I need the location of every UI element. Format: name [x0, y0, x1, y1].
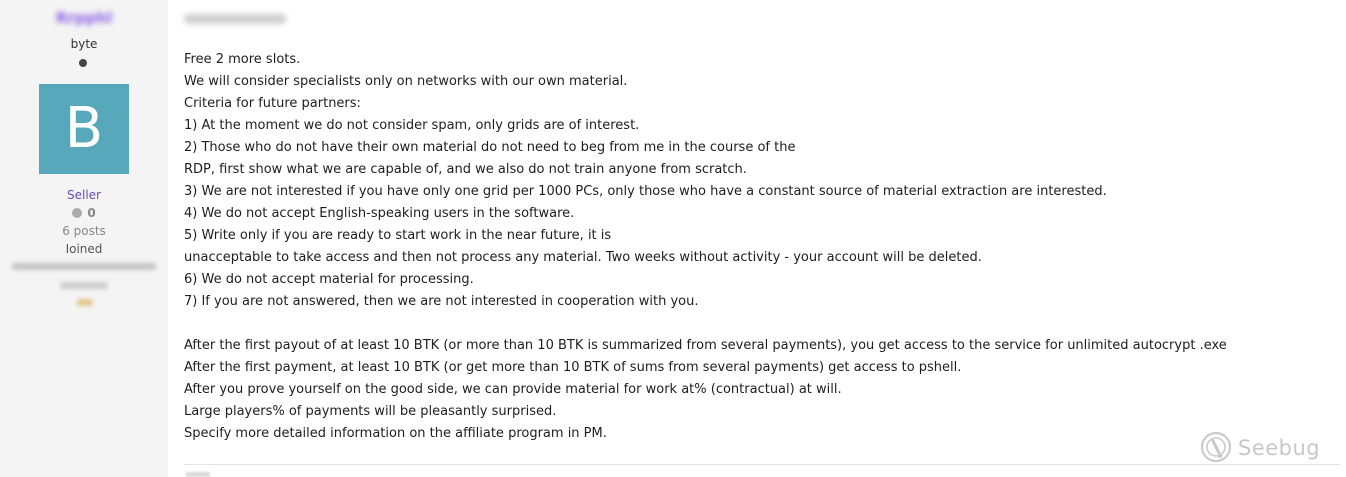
post-text-line: Criteria for future partners:: [184, 96, 361, 111]
rank-dot-icon: [79, 59, 87, 67]
post-text-line: 2) Those who do not have their own mater…: [184, 140, 796, 155]
post-text-line: Specify more detailed information on the…: [184, 426, 607, 441]
post-text-line: RDP, first show what we are capable of, …: [184, 162, 747, 177]
user-panel: Rrpphl byte B Seller 0 6 posts Joined: [0, 0, 168, 477]
post-text-line: 3) We are not interested if you have onl…: [184, 184, 1107, 199]
post-text-line: After the first payout of at least 10 BT…: [184, 338, 1227, 353]
user-badge-blurred: [77, 299, 93, 306]
forum-post: Rrpphl byte B Seller 0 6 posts Joined Fr…: [0, 0, 1346, 477]
post-text-line: 7) If you are not answered, then we are …: [184, 294, 699, 309]
seebug-watermark: Seebug: [1200, 430, 1320, 466]
post-text-line: After the first payment, at least 10 BTK…: [184, 360, 962, 375]
post-text-line: 1) At the moment we do not consider spam…: [184, 118, 640, 133]
post-date-blurred: [184, 14, 286, 24]
post-text-line: 5) Write only if you are ready to start …: [184, 228, 612, 243]
post-footer-blurred: [186, 472, 210, 477]
username[interactable]: Rrpphl: [0, 9, 168, 27]
reputation: 0: [0, 206, 168, 220]
user-rank: byte: [70, 37, 98, 51]
reputation-dot-icon: [72, 208, 83, 218]
user-meta-blurred: [60, 282, 108, 289]
watermark-text: Seebug: [1238, 436, 1321, 460]
post-text-line: 6) We do not accept material for process…: [184, 272, 474, 287]
joined-label: Joined: [65, 242, 103, 253]
post-text-line: After you prove yourself on the good sid…: [184, 382, 842, 397]
seebug-logo-icon: [1201, 432, 1231, 462]
avatar-letter: B: [64, 96, 104, 161]
post-divider: [184, 464, 1340, 465]
post-text-line: unacceptable to take access and then not…: [184, 250, 982, 265]
reputation-value: 0: [87, 206, 96, 220]
user-group: Seller: [67, 188, 101, 202]
post-text-line: 4) We do not accept English-speaking use…: [184, 206, 575, 221]
post-text-line: Large players% of payments will be pleas…: [184, 404, 557, 419]
avatar[interactable]: B: [39, 84, 129, 174]
post-count[interactable]: 6 posts: [0, 224, 168, 238]
post-body: Free 2 more slots. We will consider speci…: [184, 49, 1339, 445]
joined-date-blurred: [12, 263, 156, 270]
post-text-line: We will consider specialists only on net…: [184, 74, 628, 89]
post-text-line: Free 2 more slots.: [184, 52, 301, 67]
